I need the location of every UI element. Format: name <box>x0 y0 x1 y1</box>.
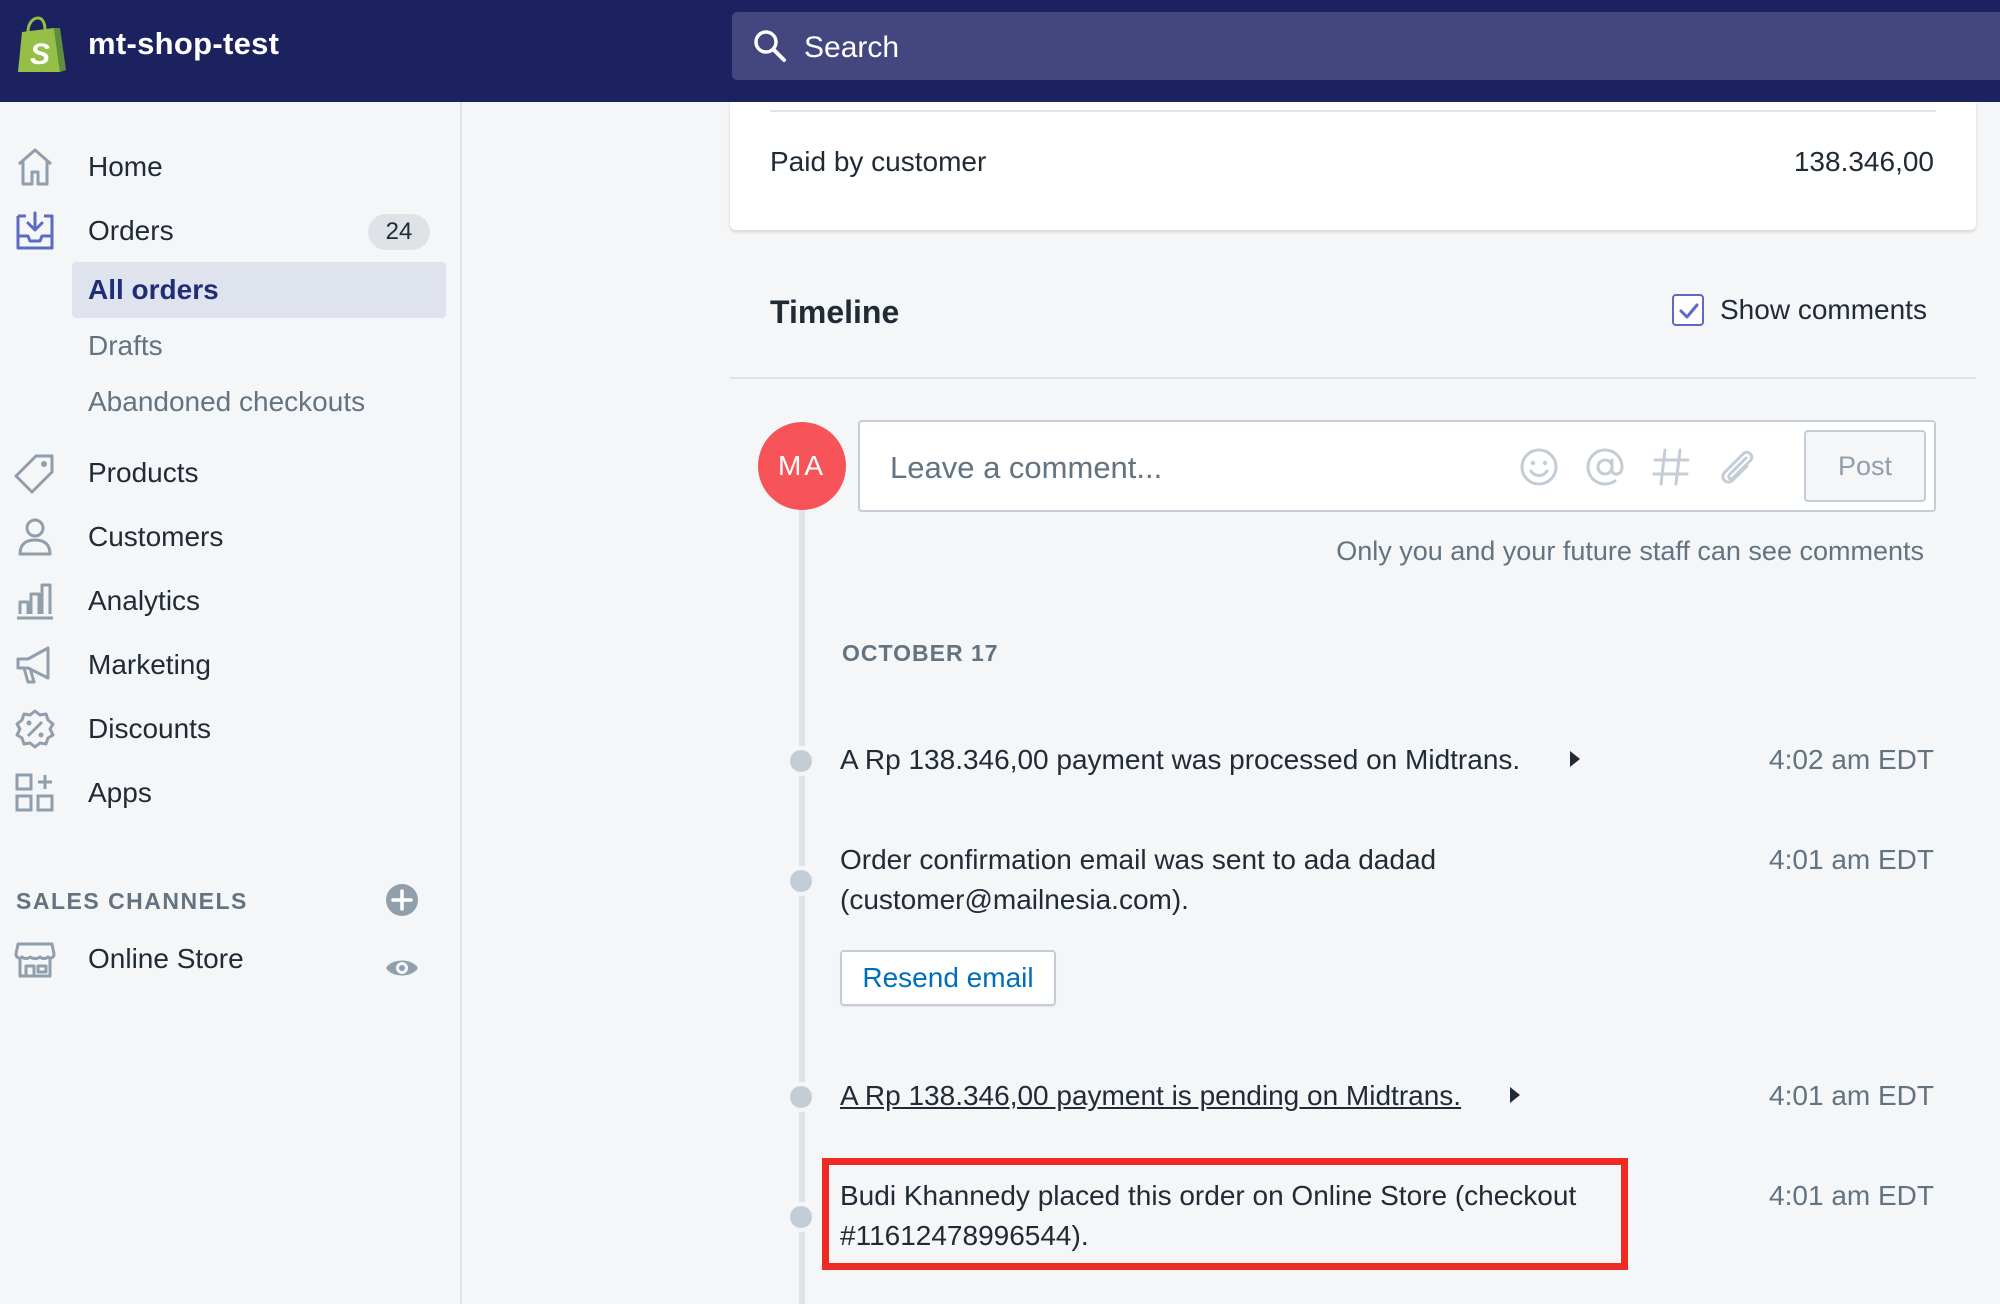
sidebar-item-label: Home <box>88 151 163 182</box>
comment-input[interactable]: Leave a comment... <box>890 450 1162 486</box>
resend-email-button[interactable]: Resend email <box>840 950 1056 1006</box>
attachment-paperclip-icon[interactable] <box>1716 446 1758 488</box>
sidebar-item-analytics[interactable]: Analytics <box>0 572 460 628</box>
view-store-eye-icon[interactable] <box>384 954 420 982</box>
show-comments-toggle[interactable]: Show comments <box>1672 292 1972 332</box>
sidebar-item-label: Orders <box>88 215 174 246</box>
sidebar-subitem-label: Drafts <box>88 330 163 361</box>
discount-icon <box>15 709 55 749</box>
avatar: MA <box>758 422 846 510</box>
timeline-event-time: 4:01 am EDT <box>1769 1080 1934 1111</box>
sidebar-item-label: Customers <box>88 521 224 552</box>
sidebar-item-label: Online Store <box>88 943 244 974</box>
shopify-bag-icon[interactable]: S <box>14 16 66 74</box>
sidebar-item-apps[interactable]: Apps <box>0 764 460 820</box>
sidebar-item-marketing[interactable]: Marketing <box>0 636 460 692</box>
timeline-event-email-sent-line1: Order confirmation email was sent to ada… <box>840 844 1437 875</box>
orders-count-badge: 24 <box>368 214 430 250</box>
sidebar-subitem-label: All orders <box>88 274 219 305</box>
expand-caret-icon[interactable] <box>1510 1087 1520 1103</box>
timeline-event-time: 4:02 am EDT <box>1769 744 1934 775</box>
shop-name[interactable]: mt-shop-test <box>88 26 279 62</box>
mention-icon[interactable] <box>1584 446 1626 488</box>
timeline-date-label: OCTOBER 17 <box>842 640 999 666</box>
megaphone-icon <box>16 646 50 684</box>
sidebar-subitem-all-orders[interactable]: All orders <box>72 262 446 318</box>
timeline-title: Timeline <box>770 294 900 330</box>
timeline-dot <box>786 866 816 896</box>
sidebar-item-orders[interactable]: Orders 24 <box>0 202 460 258</box>
payment-summary-card: Paid by customer 138.346,00 <box>730 102 1976 230</box>
expand-caret-icon[interactable] <box>1570 751 1580 767</box>
hashtag-icon[interactable] <box>1650 446 1692 488</box>
store-icon <box>14 942 56 978</box>
post-button[interactable]: Post <box>1804 430 1926 502</box>
timeline-event-payment-processed[interactable]: A Rp 138.346,00 payment was processed on… <box>840 740 1520 780</box>
sidebar-item-home[interactable]: Home <box>0 138 460 194</box>
person-icon <box>18 518 52 556</box>
tag-icon <box>14 454 54 494</box>
sidebar: Home Orders 24 All orders Drafts Abandon… <box>0 102 462 1304</box>
sidebar-subitem-label: Abandoned checkouts <box>88 386 366 417</box>
sidebar-item-label: Analytics <box>88 585 201 616</box>
bar-chart-icon <box>17 583 53 620</box>
divider <box>730 377 1976 379</box>
sidebar-subitem-drafts[interactable]: Drafts <box>72 318 446 374</box>
search-bar[interactable]: Search <box>732 12 2000 80</box>
paid-by-customer-label: Paid by customer <box>770 146 987 177</box>
top-bar: S mt-shop-test Search <box>0 0 2000 102</box>
comment-visibility-hint: Only you and your future staff can see c… <box>1336 536 1924 566</box>
timeline-event-payment-pending-link[interactable]: A Rp 138.346,00 payment is pending on Mi… <box>840 1076 1461 1116</box>
emoji-icon[interactable] <box>1518 446 1560 488</box>
timeline-dot <box>786 1202 816 1232</box>
timeline-event-email-sent-line2: (customer@mailnesia.com). <box>840 884 1189 915</box>
timeline-event-time: 4:01 am EDT <box>1769 844 1934 875</box>
svg-text:S: S <box>30 38 50 71</box>
add-sales-channel-icon[interactable] <box>384 882 420 918</box>
sidebar-item-customers[interactable]: Customers <box>0 508 460 564</box>
search-input[interactable]: Search <box>804 31 899 65</box>
show-comments-label: Show comments <box>1720 294 1927 325</box>
apps-grid-icon <box>15 773 54 812</box>
sales-channels-title: SALES CHANNELS <box>16 888 248 914</box>
orders-inbox-icon <box>16 211 54 250</box>
search-icon <box>754 30 786 62</box>
timeline-dot <box>786 1082 816 1112</box>
highlight-annotation-box <box>822 1158 1628 1270</box>
comment-box[interactable]: Leave a comment... Post <box>858 420 1936 512</box>
sidebar-subitem-abandoned-checkouts[interactable]: Abandoned checkouts <box>72 374 446 430</box>
show-comments-checkbox[interactable] <box>1672 294 1704 326</box>
timeline-dot <box>786 746 816 776</box>
sidebar-item-label: Products <box>88 457 199 488</box>
paid-by-customer-value: 138.346,00 <box>1793 146 1934 177</box>
home-icon <box>18 148 52 186</box>
sidebar-item-label: Marketing <box>88 649 211 680</box>
checkmark-icon <box>1679 303 1699 319</box>
divider <box>770 110 1936 112</box>
sidebar-item-label: Discounts <box>88 713 211 744</box>
sidebar-item-label: Apps <box>88 777 152 808</box>
timeline-event-time: 4:01 am EDT <box>1769 1180 1934 1211</box>
sidebar-item-discounts[interactable]: Discounts <box>0 700 460 756</box>
sidebar-item-products[interactable]: Products <box>0 444 460 500</box>
